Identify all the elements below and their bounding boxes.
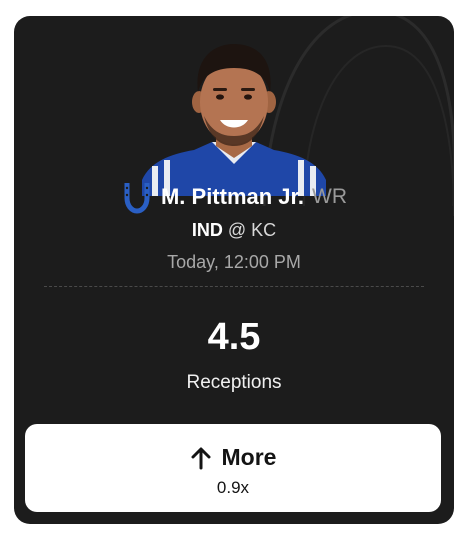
player-name-row: M. Pittman Jr. WR [14,180,454,214]
player-name: M. Pittman Jr. [160,184,305,209]
projection-line: 4.5 [207,316,261,358]
matchup: IND @ KC [14,220,454,241]
stat-type: Receptions [186,372,282,393]
more-button-content: More [25,444,441,471]
payout-multiplier: 0.9x [216,478,250,497]
more-button[interactable]: More 0.9x [25,424,441,512]
player-position: WR [312,185,348,208]
dashed-divider [44,286,424,287]
team-abbr: IND [191,220,223,240]
more-label: More [221,444,277,470]
arrow-up-icon [191,447,211,469]
player-photo [142,44,326,196]
horseshoe-icon [124,183,150,214]
matchup-separator: @ [227,220,247,240]
game-time: Today, 12:00 PM [167,252,301,272]
opponent-abbr: KC [251,220,277,240]
projection-card[interactable]: M. Pittman Jr. WR IND @ KC Today, 12:00 … [14,16,454,524]
